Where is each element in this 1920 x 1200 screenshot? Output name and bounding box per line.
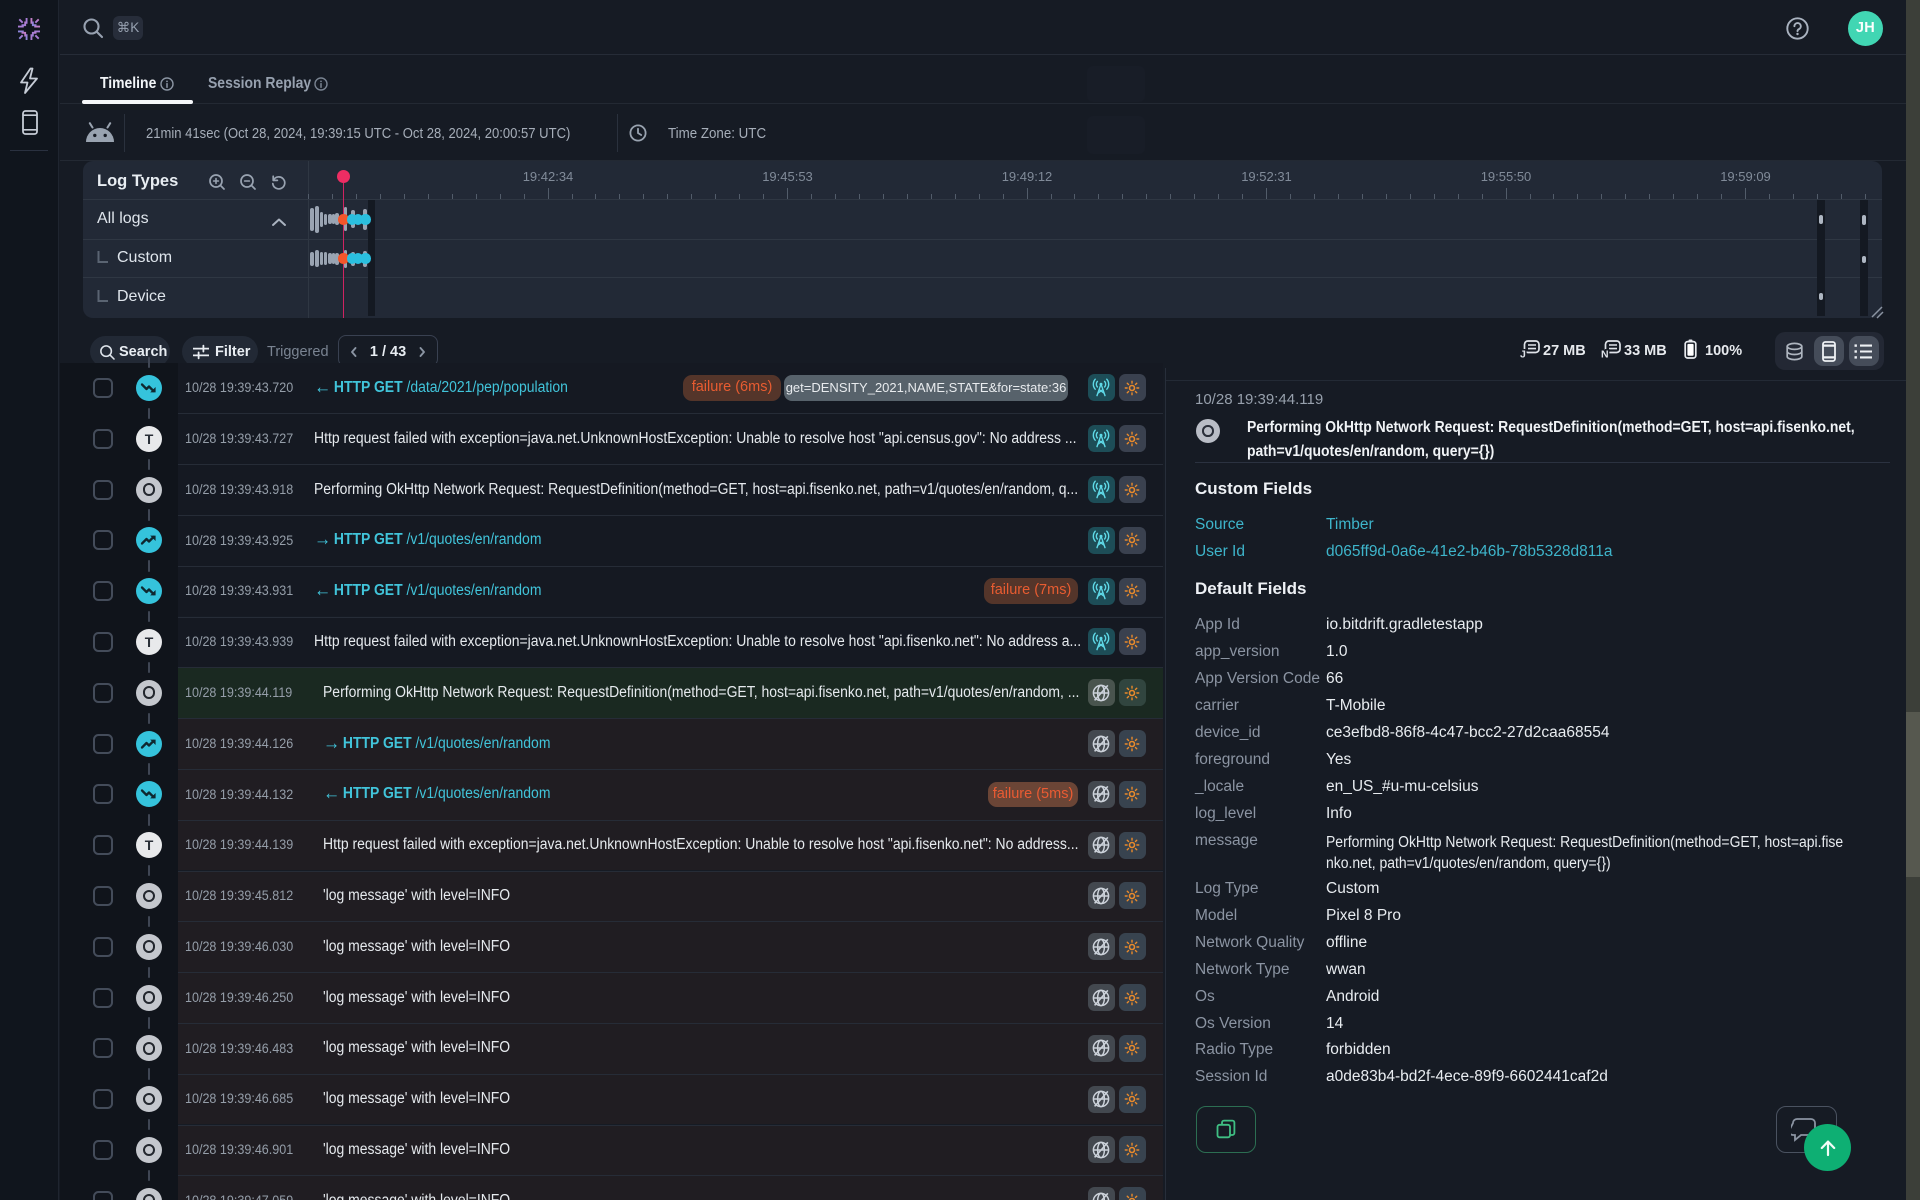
svg-text:N: N <box>1601 349 1609 359</box>
svg-text:J: J <box>1520 349 1526 359</box>
